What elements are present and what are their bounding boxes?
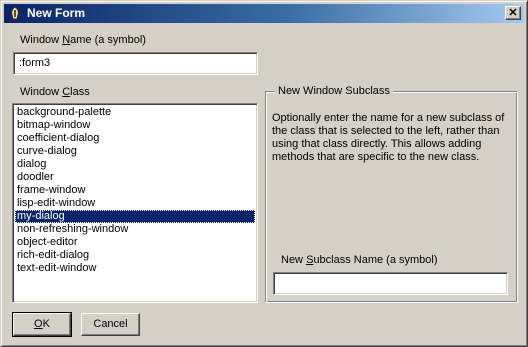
list-item[interactable]: coefficient-dialog	[15, 132, 255, 145]
subclass-description: Optionally enter the name for a new subc…	[272, 112, 505, 163]
list-item[interactable]: dialog	[15, 158, 255, 171]
lisp-lamp-icon	[11, 6, 19, 20]
subclass-name-label: New Subclass Name (a symbol)	[281, 254, 438, 266]
cancel-button[interactable]: Cancel	[81, 313, 140, 336]
title-bar[interactable]: New Form ✕	[4, 4, 524, 23]
close-icon: ✕	[508, 7, 518, 19]
list-item[interactable]: frame-window	[15, 184, 255, 197]
new-form-dialog: New Form ✕ Window Name (a symbol) :form3…	[0, 0, 528, 347]
list-item[interactable]: lisp-edit-window	[15, 197, 255, 210]
window-title: New Form	[27, 6, 86, 20]
list-item[interactable]: bitmap-window	[15, 119, 255, 132]
list-item[interactable]: non-refreshing-window	[15, 223, 255, 236]
list-item-selected[interactable]: my-dialog	[15, 210, 255, 223]
window-name-label: Window Name (a symbol)	[20, 34, 146, 46]
list-item[interactable]: curve-dialog	[15, 145, 255, 158]
list-item[interactable]: text-edit-window	[15, 262, 255, 275]
list-item[interactable]: rich-edit-dialog	[15, 249, 255, 262]
window-name-value: :form3	[19, 57, 51, 69]
list-item[interactable]: background-palette	[15, 106, 255, 119]
window-class-listbox[interactable]: background-palette bitmap-window coeffic…	[12, 103, 258, 303]
window-name-input[interactable]: :form3	[13, 52, 258, 75]
ok-button[interactable]: OK	[12, 312, 72, 337]
subclass-name-input[interactable]	[273, 272, 508, 295]
window-class-label: Window Class	[20, 86, 90, 98]
list-item[interactable]: doodler	[15, 171, 255, 184]
close-button[interactable]: ✕	[505, 6, 521, 20]
list-item[interactable]: object-editor	[15, 236, 255, 249]
group-title: New Window Subclass	[275, 85, 393, 98]
